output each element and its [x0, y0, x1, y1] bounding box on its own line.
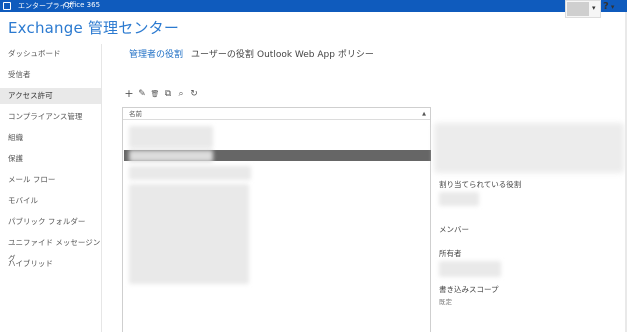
- nav-item-public-folders[interactable]: パブリック フォルダー: [0, 214, 101, 230]
- nav-item-mobile[interactable]: モバイル: [0, 193, 101, 209]
- members-label: メンバー: [439, 225, 469, 234]
- list-item[interactable]: [129, 184, 249, 284]
- list-item[interactable]: [129, 166, 251, 180]
- tab-user-roles[interactable]: ユーザーの役割: [191, 47, 254, 60]
- nav-item-organization[interactable]: 組織: [0, 130, 101, 146]
- details-pane: 割り当てられている役割 メンバー 所有者 書き込みスコープ 既定: [432, 107, 627, 332]
- search-icon[interactable]: ⌕: [176, 89, 186, 99]
- delete-icon[interactable]: 🗑: [150, 89, 160, 99]
- add-icon[interactable]: +: [124, 88, 134, 99]
- owner-value: [439, 261, 501, 277]
- nav-item-mail-flow[interactable]: メール フロー: [0, 172, 101, 188]
- app-title: Exchange 管理センター: [8, 19, 180, 37]
- nav-item-permissions[interactable]: アクセス許可: [0, 88, 101, 104]
- chevron-down-icon: ▾: [610, 3, 615, 11]
- nav-item-hybrid[interactable]: ハイブリッド: [0, 256, 101, 272]
- avatar: [567, 2, 589, 16]
- suite-name[interactable]: Office 365: [64, 1, 100, 9]
- write-scope-label: 書き込みスコープ: [439, 285, 499, 294]
- column-name-header[interactable]: 名前: [129, 110, 142, 118]
- owner-label: 所有者: [439, 249, 462, 258]
- left-nav: ダッシュボード 受信者 アクセス許可 コンプライアンス管理 組織 保護 メール …: [0, 44, 102, 332]
- assigned-roles-label: 割り当てられている役割: [439, 180, 522, 189]
- copy-icon[interactable]: ⧉: [163, 89, 173, 99]
- list-header[interactable]: 名前 ▲: [123, 108, 430, 120]
- edit-icon[interactable]: ✎: [137, 89, 147, 99]
- assigned-roles-value: [439, 192, 479, 206]
- chevron-down-icon: ▾: [592, 4, 596, 12]
- tab-admin-roles[interactable]: 管理者の役割: [129, 47, 183, 60]
- tab-owa-policies[interactable]: Outlook Web App ポリシー: [257, 47, 374, 60]
- help-icon: ?: [603, 1, 609, 12]
- refresh-icon[interactable]: ↻: [189, 89, 199, 99]
- role-groups-list: 名前 ▲: [122, 107, 431, 332]
- office-logo-icon: [3, 2, 11, 10]
- role-group-name: [434, 123, 624, 173]
- nav-item-dashboard[interactable]: ダッシュボード: [0, 46, 101, 62]
- help-button[interactable]: ? ▾: [603, 1, 614, 12]
- sort-ascending-icon: ▲: [422, 111, 426, 117]
- user-menu[interactable]: ▾: [565, 0, 601, 18]
- nav-item-compliance[interactable]: コンプライアンス管理: [0, 109, 101, 125]
- write-scope-value: 既定: [439, 298, 452, 306]
- nav-item-unified-messaging[interactable]: ユニファイド メッセージング: [0, 235, 101, 263]
- list-item[interactable]: [129, 126, 213, 148]
- list-item[interactable]: [129, 150, 213, 162]
- nav-item-protection[interactable]: 保護: [0, 151, 101, 167]
- office365-top-bar: エンタープライズ Office 365: [0, 0, 627, 12]
- nav-item-recipients[interactable]: 受信者: [0, 67, 101, 83]
